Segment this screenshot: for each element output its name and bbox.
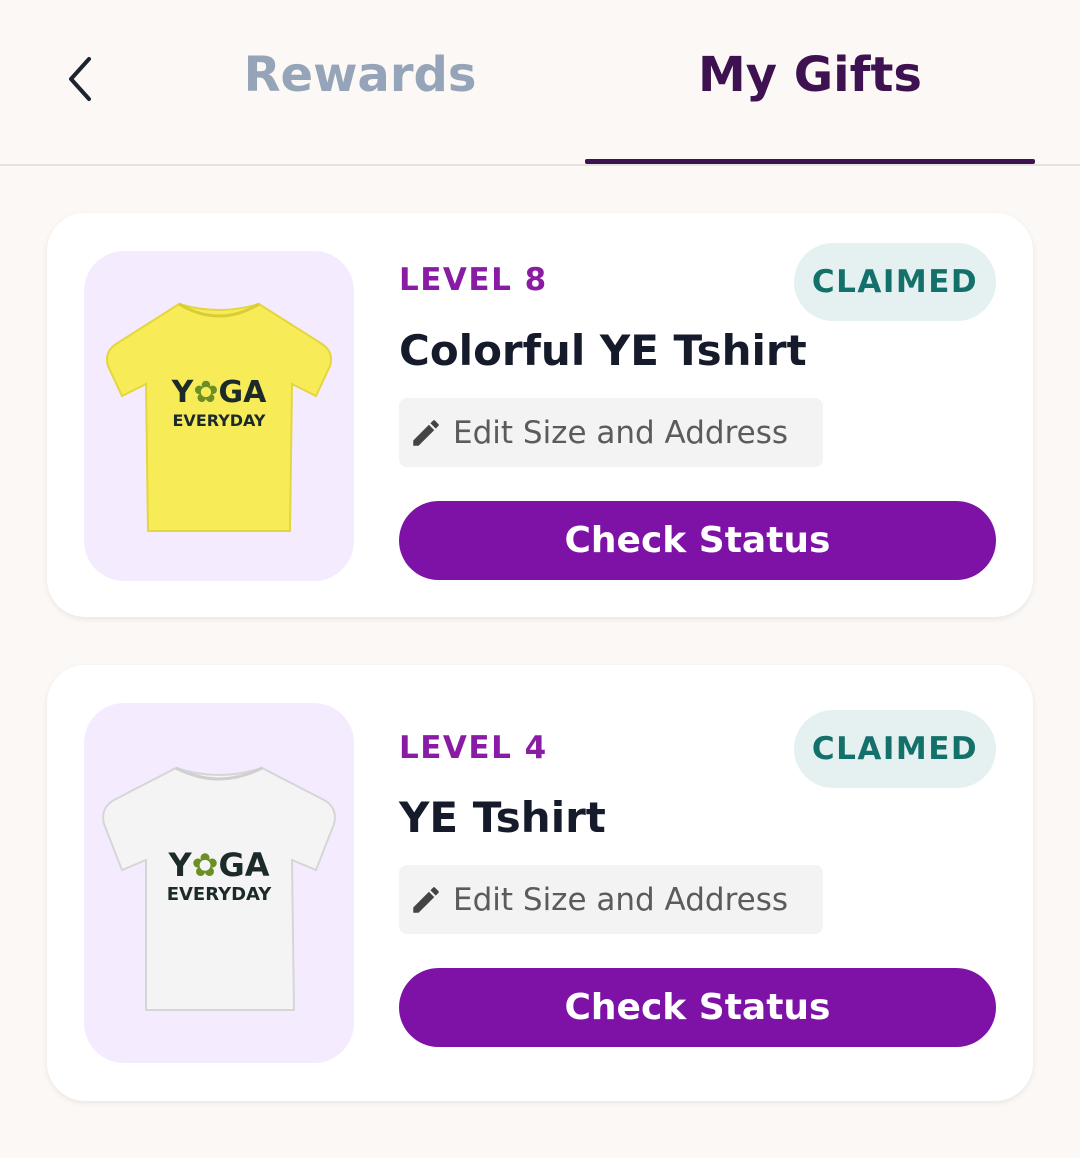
gift-image-container: Y✿GA EVERYDAY — [84, 251, 354, 581]
logo-subtext: EVERYDAY — [167, 884, 273, 905]
gift-card: Y✿GA EVERYDAY LEVEL 4 CLAIMED YE Tshirt … — [47, 665, 1033, 1101]
level-label: LEVEL 4 — [399, 730, 548, 766]
chevron-left-icon — [69, 57, 91, 101]
check-status-button[interactable]: Check Status — [399, 501, 996, 580]
pencil-icon — [409, 883, 443, 917]
status-badge: CLAIMED — [794, 243, 996, 321]
logo-text: Y✿GA — [171, 375, 267, 410]
gift-title: YE Tshirt — [399, 793, 606, 842]
edit-label: Edit Size and Address — [453, 881, 789, 918]
tab-my-gifts[interactable]: My Gifts — [585, 0, 1035, 164]
pencil-icon — [409, 416, 443, 450]
white-tshirt-image: Y✿GA EVERYDAY — [102, 766, 336, 1011]
gift-title: Colorful YE Tshirt — [399, 326, 807, 375]
back-button[interactable] — [50, 46, 110, 112]
yellow-tshirt-image: Y✿GA EVERYDAY — [106, 302, 332, 532]
status-badge: CLAIMED — [794, 710, 996, 788]
tab-rewards[interactable]: Rewards — [140, 0, 580, 164]
logo-subtext: EVERYDAY — [173, 411, 266, 430]
active-tab-indicator — [585, 159, 1035, 164]
gift-card: Y✿GA EVERYDAY LEVEL 8 CLAIMED Colorful Y… — [47, 213, 1033, 617]
top-bar: Rewards My Gifts — [0, 0, 1080, 166]
check-status-button[interactable]: Check Status — [399, 968, 996, 1047]
edit-size-address-button[interactable]: Edit Size and Address — [399, 398, 823, 467]
edit-label: Edit Size and Address — [453, 414, 789, 451]
edit-size-address-button[interactable]: Edit Size and Address — [399, 865, 823, 934]
level-label: LEVEL 8 — [399, 262, 548, 298]
gift-image-container: Y✿GA EVERYDAY — [84, 703, 354, 1063]
logo-text: Y✿GA — [167, 846, 269, 884]
